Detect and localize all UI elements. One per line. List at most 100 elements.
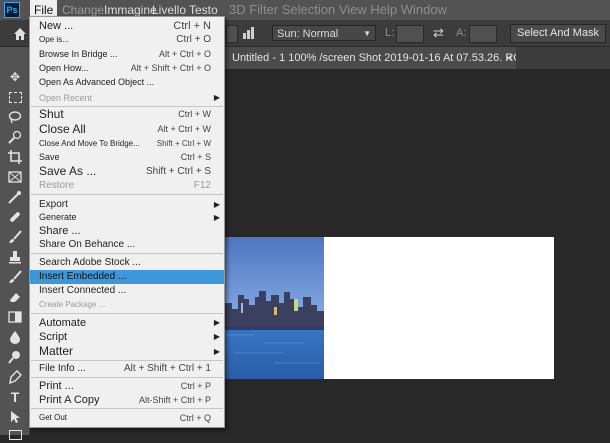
menu-item-label: Print A Copy <box>39 394 100 406</box>
chevron-down-icon: ▼ <box>363 29 371 38</box>
menu-item-scripts[interactable]: Script ▶ <box>30 330 224 344</box>
menu-item-open-as-smart-object[interactable]: Open As Advanced Object ... <box>30 75 224 89</box>
brush-icon[interactable] <box>6 229 24 245</box>
menu-layer[interactable]: Livello <box>152 3 186 17</box>
quick-select-icon[interactable] <box>6 129 24 145</box>
home-icon[interactable] <box>12 26 28 42</box>
menu-item-label: Insert Embedded ... <box>39 271 127 282</box>
menu-item-label: Share ... <box>39 225 81 237</box>
file-menu-dropdown: New ... Ctrl + N Ope is... Ctrl + O Browse… <box>29 16 225 428</box>
frame-icon[interactable] <box>6 169 24 185</box>
menu-item-place-embedded[interactable]: Insert Embedded ... <box>30 270 224 284</box>
anti-alias-icon[interactable] <box>243 27 257 39</box>
menu-item-share[interactable]: Share ... <box>30 224 224 238</box>
menu-item-shortcut: Alt + Shift + Ctrl + O <box>130 63 211 73</box>
menu-separator <box>31 313 223 314</box>
menu-item-place-linked[interactable]: Insert Connected ... <box>30 284 224 298</box>
submenu-arrow-icon: ▶ <box>213 318 220 327</box>
menu-item-close[interactable]: Shut Ctrl + W <box>30 107 224 122</box>
feather-box[interactable] <box>226 25 238 43</box>
submenu-arrow-icon: ▶ <box>213 347 220 356</box>
menu-item-shortcut: Alt + Shift + Ctrl + 1 <box>124 363 211 374</box>
menu-separator <box>31 360 223 361</box>
menu-item-shortcut: Ctrl + P <box>180 381 211 391</box>
document-tab-strip: Untitled - 1 100% /screen Shot 2019-01-1… <box>224 47 610 69</box>
healing-icon[interactable] <box>6 209 24 225</box>
submenu-arrow-icon: ▶ <box>213 93 220 102</box>
menu-separator <box>31 377 223 378</box>
menu-item-shortcut: Ctrl + Q <box>179 413 211 423</box>
menu-item-open-recent[interactable]: Open Recent ▶ <box>30 91 224 105</box>
menu-item-print-one-copy[interactable]: Print A Copy Alt-Shift + Ctrl + P <box>30 393 224 407</box>
style-select-value: Sun: Normal <box>277 28 339 40</box>
menu-item-export[interactable]: Export ▶ <box>30 198 224 211</box>
crop-icon[interactable] <box>6 149 24 165</box>
menu-item-print[interactable]: Print ... Ctrl + P <box>30 379 224 393</box>
stamp-icon[interactable] <box>6 249 24 265</box>
menu-item-open-as[interactable]: Open How... Alt + Shift + Ctrl + O <box>30 61 224 75</box>
menu-item-label: Browse In Bridge ... <box>39 49 118 59</box>
dodge-icon[interactable] <box>6 349 24 365</box>
menu-item-shortcut: Shift + Ctrl + S <box>145 166 211 177</box>
menu-faded-items[interactable]: 3D Filter Selection View Help Window <box>229 2 447 17</box>
city-skyline-image <box>224 237 324 379</box>
swap-icon[interactable]: ⇄ <box>433 25 444 41</box>
menu-item-shortcut: Alt + Ctrl + W <box>157 124 211 134</box>
rectangle-icon[interactable] <box>6 427 24 443</box>
menu-item-package[interactable]: Create Package ... <box>30 298 224 312</box>
menu-item-shortcut: Alt + Ctrl + O <box>158 49 211 59</box>
menu-item-revert[interactable]: Restore F12 <box>30 179 224 193</box>
menu-item-label: File Info ... <box>39 363 86 374</box>
menu-item-search-adobe-stock[interactable]: Search Adobe Stock ... <box>30 256 224 270</box>
menu-item-label: Script <box>39 331 68 343</box>
menu-type[interactable]: Testo <box>189 3 218 17</box>
menu-image[interactable]: Immagine <box>104 3 157 17</box>
style-select[interactable]: Sun: Normal ▼ <box>272 25 376 41</box>
eraser-icon[interactable] <box>6 289 24 305</box>
menu-item-close-and-go-to-bridge[interactable]: Close And Move To Bridge... Shift + Ctrl … <box>30 137 224 151</box>
menu-item-automate[interactable]: Automate ▶ <box>30 316 224 330</box>
height-field[interactable] <box>469 25 497 43</box>
document-tab-title: Untitled - 1 100% /screen Shot 2019-01-1… <box>232 52 516 64</box>
menu-item-label: Save <box>39 152 60 162</box>
menu-item-label: Insert Connected ... <box>39 285 127 296</box>
type-icon[interactable]: T <box>6 389 24 405</box>
menu-item-save-as[interactable]: Save As ... Shift + Ctrl + S <box>30 164 224 179</box>
menu-item-file-info[interactable]: File Info ... Alt + Shift + Ctrl + 1 <box>30 362 224 376</box>
blur-icon[interactable] <box>6 329 24 345</box>
document-canvas[interactable] <box>224 237 554 379</box>
eyedropper-icon[interactable] <box>6 189 24 205</box>
gradient-icon[interactable] <box>6 309 24 325</box>
menu-item-label: Get Out <box>39 413 68 422</box>
menu-item-import[interactable]: Matter ▶ <box>30 344 224 359</box>
menu-item-label: Ope is... <box>39 35 69 44</box>
width-field[interactable] <box>396 25 424 43</box>
menu-item-label: Automate <box>39 317 87 329</box>
menu-item-label: Export <box>39 199 68 210</box>
menu-item-label: Open Recent <box>39 93 93 103</box>
menu-item-close-all[interactable]: Close All Alt + Ctrl + W <box>30 122 224 137</box>
menu-item-open[interactable]: Ope is... Ctrl + O <box>30 33 224 47</box>
path-select-icon[interactable] <box>6 409 24 425</box>
menu-item-browse-in-bridge[interactable]: Browse In Bridge ... Alt + Ctrl + O <box>30 47 224 61</box>
menu-item-shortcut: Shift + Ctrl + W <box>156 139 211 148</box>
lasso-icon[interactable] <box>6 109 24 125</box>
marquee-icon[interactable] <box>6 89 24 105</box>
pen-icon[interactable] <box>6 369 24 385</box>
move-icon[interactable]: ✥ <box>6 69 24 85</box>
menu-item-generate[interactable]: Generate ▶ <box>30 211 224 224</box>
menu-item-save[interactable]: Save Ctrl + S <box>30 151 224 164</box>
document-tab[interactable]: Untitled - 1 100% /screen Shot 2019-01-1… <box>224 47 516 69</box>
menu-item-shortcut: Ctrl + S <box>180 152 211 162</box>
menu-item-shortcut: Ctrl + W <box>178 109 211 119</box>
photoshop-logo: Ps <box>4 2 20 18</box>
menu-item-exit[interactable]: Get Out Ctrl + Q <box>30 411 224 425</box>
menu-item-share-on-behance[interactable]: Share On Behance ... <box>30 238 224 252</box>
menu-item-new[interactable]: New ... Ctrl + N <box>30 19 224 33</box>
close-icon[interactable]: × <box>505 47 512 69</box>
menu-change[interactable]: Change <box>62 3 104 17</box>
menu-item-label: New ... <box>39 20 74 32</box>
history-brush-icon[interactable] <box>6 269 24 285</box>
select-and-mask-button[interactable]: Select And Mask ... <box>510 24 606 56</box>
submenu-arrow-icon: ▶ <box>213 213 220 222</box>
